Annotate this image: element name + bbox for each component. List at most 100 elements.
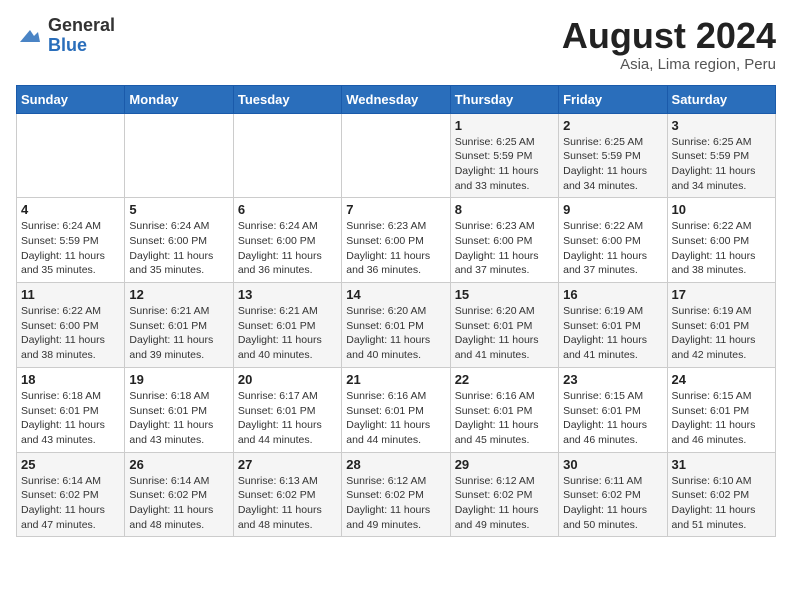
week-row-3: 11 Sunrise: 6:22 AMSunset: 6:00 PMDayligh…: [17, 283, 776, 368]
day-number: 10: [672, 202, 771, 217]
day-number: 17: [672, 287, 771, 302]
calendar-cell: [17, 113, 125, 198]
day-number: 1: [455, 118, 554, 133]
day-info: Sunrise: 6:18 AMSunset: 6:01 PMDaylight:…: [129, 389, 228, 448]
logo-general-text: General: [48, 16, 115, 36]
day-info: Sunrise: 6:15 AMSunset: 6:01 PMDaylight:…: [563, 389, 662, 448]
day-info: Sunrise: 6:12 AMSunset: 6:02 PMDaylight:…: [346, 474, 445, 533]
calendar-cell: 19 Sunrise: 6:18 AMSunset: 6:01 PMDayligh…: [125, 367, 233, 452]
day-number: 14: [346, 287, 445, 302]
calendar-cell: [125, 113, 233, 198]
weekday-header-sunday: Sunday: [17, 85, 125, 113]
day-info: Sunrise: 6:24 AMSunset: 6:00 PMDaylight:…: [129, 219, 228, 278]
calendar-cell: 26 Sunrise: 6:14 AMSunset: 6:02 PMDayligh…: [125, 452, 233, 537]
weekday-header-row: SundayMondayTuesdayWednesdayThursdayFrid…: [17, 85, 776, 113]
day-number: 13: [238, 287, 337, 302]
day-number: 24: [672, 372, 771, 387]
day-info: Sunrise: 6:23 AMSunset: 6:00 PMDaylight:…: [455, 219, 554, 278]
calendar-cell: [342, 113, 450, 198]
day-info: Sunrise: 6:19 AMSunset: 6:01 PMDaylight:…: [563, 304, 662, 363]
day-number: 7: [346, 202, 445, 217]
day-number: 20: [238, 372, 337, 387]
calendar-cell: 2 Sunrise: 6:25 AMSunset: 5:59 PMDaylight…: [559, 113, 667, 198]
day-info: Sunrise: 6:10 AMSunset: 6:02 PMDaylight:…: [672, 474, 771, 533]
calendar-cell: 7Sunrise: 6:23 AMSunset: 6:00 PMDaylight…: [342, 198, 450, 283]
calendar-cell: 14 Sunrise: 6:20 AMSunset: 6:01 PMDayligh…: [342, 283, 450, 368]
day-number: 11: [21, 287, 120, 302]
week-row-4: 18 Sunrise: 6:18 AMSunset: 6:01 PMDayligh…: [17, 367, 776, 452]
week-row-5: 25 Sunrise: 6:14 AMSunset: 6:02 PMDayligh…: [17, 452, 776, 537]
logo: General Blue: [16, 16, 115, 56]
calendar-cell: 20Sunrise: 6:17 AMSunset: 6:01 PMDayligh…: [233, 367, 341, 452]
calendar-cell: 30 Sunrise: 6:11 AMSunset: 6:02 PMDayligh…: [559, 452, 667, 537]
day-info: Sunrise: 6:14 AMSunset: 6:02 PMDaylight:…: [129, 474, 228, 533]
month-year-title: August 2024: [562, 16, 776, 56]
calendar-cell: 12 Sunrise: 6:21 AMSunset: 6:01 PMDayligh…: [125, 283, 233, 368]
calendar-cell: 18 Sunrise: 6:18 AMSunset: 6:01 PMDayligh…: [17, 367, 125, 452]
day-info: Sunrise: 6:24 AMSunset: 6:00 PMDaylight:…: [238, 219, 337, 278]
calendar-cell: 10 Sunrise: 6:22 AMSunset: 6:00 PMDayligh…: [667, 198, 775, 283]
day-info: Sunrise: 6:18 AMSunset: 6:01 PMDaylight:…: [21, 389, 120, 448]
day-info: Sunrise: 6:25 AMSunset: 5:59 PMDaylight:…: [672, 135, 771, 194]
calendar-cell: 15 Sunrise: 6:20 AMSunset: 6:01 PMDayligh…: [450, 283, 558, 368]
weekday-header-tuesday: Tuesday: [233, 85, 341, 113]
day-info: Sunrise: 6:13 AMSunset: 6:02 PMDaylight:…: [238, 474, 337, 533]
day-number: 25: [21, 457, 120, 472]
week-row-1: 1 Sunrise: 6:25 AMSunset: 5:59 PMDaylight…: [17, 113, 776, 198]
weekday-header-saturday: Saturday: [667, 85, 775, 113]
day-number: 12: [129, 287, 228, 302]
logo-blue-text: Blue: [48, 36, 115, 56]
calendar-cell: 27 Sunrise: 6:13 AMSunset: 6:02 PMDayligh…: [233, 452, 341, 537]
day-number: 21: [346, 372, 445, 387]
calendar-cell: 25 Sunrise: 6:14 AMSunset: 6:02 PMDayligh…: [17, 452, 125, 537]
day-info: Sunrise: 6:20 AMSunset: 6:01 PMDaylight:…: [346, 304, 445, 363]
day-info: Sunrise: 6:14 AMSunset: 6:02 PMDaylight:…: [21, 474, 120, 533]
weekday-header-monday: Monday: [125, 85, 233, 113]
day-info: Sunrise: 6:20 AMSunset: 6:01 PMDaylight:…: [455, 304, 554, 363]
day-number: 29: [455, 457, 554, 472]
calendar-cell: 4Sunrise: 6:24 AMSunset: 5:59 PMDaylight…: [17, 198, 125, 283]
day-info: Sunrise: 6:22 AMSunset: 6:00 PMDaylight:…: [672, 219, 771, 278]
calendar-table: SundayMondayTuesdayWednesdayThursdayFrid…: [16, 85, 776, 538]
calendar-cell: 16Sunrise: 6:19 AMSunset: 6:01 PMDayligh…: [559, 283, 667, 368]
day-number: 26: [129, 457, 228, 472]
calendar-cell: 29 Sunrise: 6:12 AMSunset: 6:02 PMDayligh…: [450, 452, 558, 537]
calendar-cell: 31 Sunrise: 6:10 AMSunset: 6:02 PMDayligh…: [667, 452, 775, 537]
day-info: Sunrise: 6:12 AMSunset: 6:02 PMDaylight:…: [455, 474, 554, 533]
calendar-cell: 6 Sunrise: 6:24 AMSunset: 6:00 PMDaylight…: [233, 198, 341, 283]
calendar-cell: [233, 113, 341, 198]
calendar-cell: 28 Sunrise: 6:12 AMSunset: 6:02 PMDayligh…: [342, 452, 450, 537]
day-info: Sunrise: 6:16 AMSunset: 6:01 PMDaylight:…: [346, 389, 445, 448]
day-info: Sunrise: 6:22 AMSunset: 6:00 PMDaylight:…: [563, 219, 662, 278]
day-info: Sunrise: 6:11 AMSunset: 6:02 PMDaylight:…: [563, 474, 662, 533]
day-info: Sunrise: 6:22 AMSunset: 6:00 PMDaylight:…: [21, 304, 120, 363]
calendar-cell: 17Sunrise: 6:19 AMSunset: 6:01 PMDayligh…: [667, 283, 775, 368]
day-number: 6: [238, 202, 337, 217]
day-number: 9: [563, 202, 662, 217]
calendar-cell: 9 Sunrise: 6:22 AMSunset: 6:00 PMDaylight…: [559, 198, 667, 283]
day-number: 23: [563, 372, 662, 387]
day-number: 30: [563, 457, 662, 472]
region-subtitle: Asia, Lima region, Peru: [562, 56, 776, 73]
day-number: 8: [455, 202, 554, 217]
day-number: 18: [21, 372, 120, 387]
day-number: 2: [563, 118, 662, 133]
calendar-cell: 21 Sunrise: 6:16 AMSunset: 6:01 PMDayligh…: [342, 367, 450, 452]
day-info: Sunrise: 6:25 AMSunset: 5:59 PMDaylight:…: [563, 135, 662, 194]
day-number: 15: [455, 287, 554, 302]
day-number: 27: [238, 457, 337, 472]
title-block: August 2024 Asia, Lima region, Peru: [562, 16, 776, 73]
day-info: Sunrise: 6:24 AMSunset: 5:59 PMDaylight:…: [21, 219, 120, 278]
calendar-cell: 8 Sunrise: 6:23 AMSunset: 6:00 PMDaylight…: [450, 198, 558, 283]
day-number: 19: [129, 372, 228, 387]
weekday-header-thursday: Thursday: [450, 85, 558, 113]
day-info: Sunrise: 6:21 AMSunset: 6:01 PMDaylight:…: [129, 304, 228, 363]
calendar-cell: 5Sunrise: 6:24 AMSunset: 6:00 PMDaylight…: [125, 198, 233, 283]
day-info: Sunrise: 6:16 AMSunset: 6:01 PMDaylight:…: [455, 389, 554, 448]
calendar-cell: 22Sunrise: 6:16 AMSunset: 6:01 PMDayligh…: [450, 367, 558, 452]
calendar-cell: 24Sunrise: 6:15 AMSunset: 6:01 PMDayligh…: [667, 367, 775, 452]
day-number: 31: [672, 457, 771, 472]
day-number: 3: [672, 118, 771, 133]
day-number: 28: [346, 457, 445, 472]
calendar-cell: 13Sunrise: 6:21 AMSunset: 6:01 PMDayligh…: [233, 283, 341, 368]
